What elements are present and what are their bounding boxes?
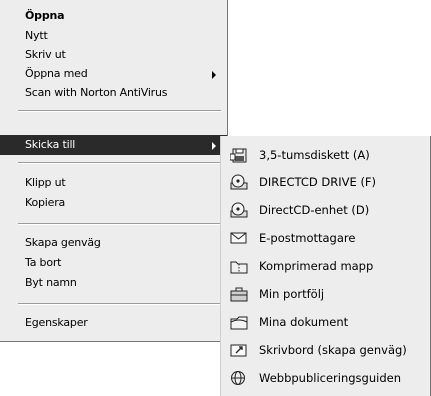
menu-item-rename-label: Byt namn — [25, 276, 77, 289]
menu-separator — [18, 110, 221, 112]
submenu-item-my-documents[interactable]: Mina dokument — [221, 309, 430, 335]
send-to-submenu: 3,5-tumsdiskett (A) DIRECTCD DRIVE (F) D… — [220, 136, 431, 396]
menu-item-cut-label: Klipp ut — [25, 176, 66, 189]
submenu-item-directcd-drive[interactable]: DIRECTCD DRIVE (F) — [221, 169, 430, 195]
menu-item-new[interactable]: Nytt — [0, 26, 227, 46]
menu-item-rename[interactable]: Byt namn — [0, 273, 227, 293]
briefcase-icon — [230, 287, 248, 302]
submenu-item-mail-recipient[interactable]: E-postmottagare — [221, 225, 430, 251]
submenu-arrow-icon — [212, 71, 216, 79]
floppy-disk-icon — [230, 148, 247, 163]
menu-separator — [18, 162, 221, 164]
submenu-item-briefcase[interactable]: Min portfölj — [221, 281, 430, 307]
menu-item-create-shortcut[interactable]: Skapa genväg — [0, 233, 227, 253]
menu-item-open-label: Öppna — [25, 9, 65, 22]
submenu-item-label: E-postmottagare — [259, 231, 356, 245]
menu-item-open[interactable]: Öppna — [0, 6, 227, 26]
menu-item-properties[interactable]: Egenskaper — [0, 313, 227, 333]
menu-item-open-with-label: Öppna med — [25, 67, 88, 80]
submenu-item-label: 3,5-tumsdiskett (A) — [259, 148, 370, 162]
menu-separator — [18, 223, 221, 225]
menu-item-cut[interactable]: Klipp ut — [0, 173, 227, 193]
menu-item-print-label: Skriv ut — [25, 48, 66, 61]
submenu-arrow-icon — [212, 142, 216, 150]
menu-item-print[interactable]: Skriv ut — [0, 45, 227, 65]
menu-item-create-shortcut-label: Skapa genväg — [25, 236, 101, 249]
cd-drive-icon — [230, 174, 248, 190]
zip-folder-icon — [230, 261, 248, 274]
menu-item-open-with[interactable]: Öppna med — [0, 64, 227, 84]
submenu-item-label: Komprimerad mapp — [259, 259, 374, 273]
menu-item-scan-norton-label: Scan with Norton AntiVirus — [25, 86, 168, 99]
menu-item-scan-norton[interactable]: Scan with Norton AntiVirus — [0, 83, 227, 103]
menu-item-send-to[interactable]: Skicka till — [0, 135, 227, 155]
submenu-item-label: Skrivbord (skapa genväg) — [259, 343, 407, 357]
submenu-item-label: Mina dokument — [259, 315, 349, 329]
documents-folder-icon — [230, 316, 248, 330]
submenu-item-web-publishing[interactable]: Webbpubliceringsguiden — [221, 365, 430, 391]
submenu-item-label: DirectCD-enhet (D) — [259, 203, 370, 217]
submenu-item-desktop-shortcut[interactable]: Skrivbord (skapa genväg) — [221, 337, 430, 363]
submenu-item-floppy[interactable]: 3,5-tumsdiskett (A) — [221, 142, 430, 168]
menu-item-delete-label: Ta bort — [25, 256, 62, 269]
cd-drive-icon — [230, 202, 248, 218]
submenu-item-label: Min portfölj — [259, 287, 325, 301]
submenu-item-directcd-enhet[interactable]: DirectCD-enhet (D) — [221, 197, 430, 223]
submenu-item-label: Webbpubliceringsguiden — [259, 371, 401, 385]
menu-item-copy-label: Kopiera — [25, 196, 66, 209]
menu-item-copy[interactable]: Kopiera — [0, 193, 227, 213]
submenu-item-compressed-folder[interactable]: Komprimerad mapp — [221, 253, 430, 279]
submenu-item-label: DIRECTCD DRIVE (F) — [259, 175, 377, 189]
context-menu: Öppna Nytt Skriv ut Öppna med Scan with … — [0, 0, 228, 342]
menu-item-properties-label: Egenskaper — [25, 316, 88, 329]
menu-item-send-to-label: Skicka till — [25, 138, 76, 151]
web-publishing-icon — [231, 371, 245, 385]
menu-item-delete[interactable]: Ta bort — [0, 253, 227, 273]
mail-envelope-icon — [230, 232, 247, 244]
menu-item-new-label: Nytt — [25, 29, 48, 42]
menu-separator — [18, 303, 221, 305]
desktop-shortcut-icon — [230, 344, 247, 357]
